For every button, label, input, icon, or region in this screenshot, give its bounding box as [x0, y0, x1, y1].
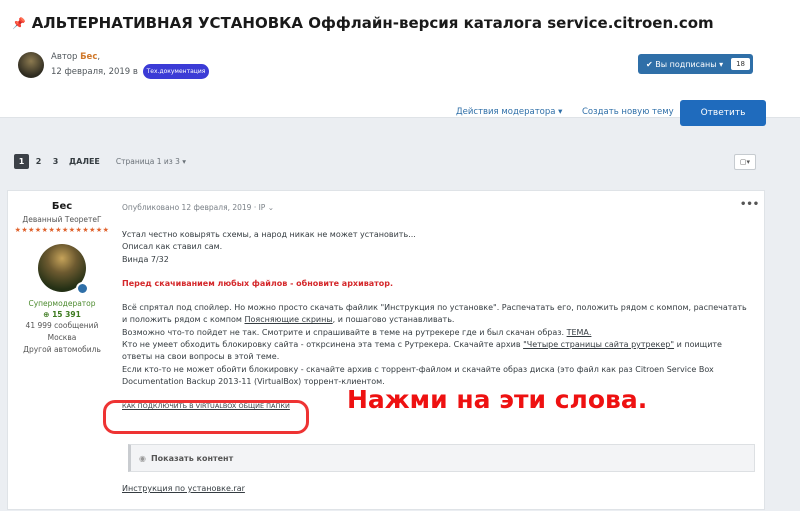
post-line: Описал как ставил сам. [122, 242, 223, 252]
screenshots-link[interactable]: Поясняющие скрины [245, 315, 333, 324]
author-link[interactable]: Бес [80, 52, 97, 62]
annotation-text: Нажми на эти слова. [347, 385, 648, 414]
chevron-down-icon: ▾ [746, 158, 751, 166]
topic-title: АЛЬТЕРНАТИВНАЯ УСТАНОВКА Оффлайн-версия … [31, 14, 714, 32]
post: Бес Деванный ТеоретеГ ★★★★★★★★★★★★★★ Суп… [7, 190, 765, 510]
pagination: 1 2 3 ДАЛЕЕ Страница 1 из 3 ▾ [14, 154, 186, 169]
plus-icon: ⊕ [43, 310, 50, 319]
attachment-link[interactable]: Инструкция по установке.rar [122, 484, 245, 493]
page-3[interactable]: 3 [48, 154, 63, 169]
post-line: Винда 7/32 [122, 254, 169, 264]
square-icon: ▢ [739, 158, 747, 166]
post-meta: Опубликовано 12 февраля, 2019 · IP ⌄ [122, 203, 274, 212]
post-paragraph: Всё спрятал под спойлер. Но можно просто… [122, 302, 754, 327]
reputation: ⊕ 15 391 [8, 310, 116, 319]
post-text: Кто не умеет обходить блокировку сайта -… [122, 340, 524, 350]
post-paragraph: Возможно что-то пойдет не так. Смотрите … [122, 327, 754, 339]
chevron-down-icon: ▾ [558, 107, 563, 117]
post-meta-label: Опубликовано 12 февраля, 2019 · IP [122, 203, 266, 212]
eye-icon: ◉ [139, 453, 146, 463]
highlight-oval [103, 400, 309, 434]
topic-date: 12 февраля, 2019 в [51, 67, 138, 77]
archiver-warning: Перед скачиванием любых файлов - обновит… [122, 278, 394, 288]
topic-tag[interactable]: Тех.документация [142, 64, 210, 79]
page-2[interactable]: 2 [31, 154, 46, 169]
reply-button[interactable]: Ответить [680, 100, 766, 126]
post-text: , и пошагово устанавливать. [332, 315, 455, 325]
author-prefix: Автор [51, 52, 78, 62]
post-paragraph: Кто не умеет обходить блокировку сайта -… [122, 339, 754, 364]
page-info-label: Страница 1 из 3 [115, 157, 180, 166]
reputation-value: 15 391 [52, 310, 81, 319]
moderator-badge-icon [76, 282, 89, 295]
post-body: Устал честно ковырять схемы, а народ ник… [122, 229, 754, 388]
post-count: 41 999 сообщений [25, 321, 99, 330]
post-author-avatar[interactable] [38, 244, 89, 295]
spoiler-label: Показать контент [150, 453, 234, 463]
post-author-panel: Бес Деванный ТеоретеГ ★★★★★★★★★★★★★★ Суп… [8, 191, 116, 511]
post-author-name[interactable]: Бес [8, 201, 116, 212]
pin-icon: 📌 [12, 16, 26, 30]
rank-stars-icon: ★★★★★★★★★★★★★★ [14, 226, 110, 234]
author-info: Автор Бес, 12 февраля, 2019 в Тех.докуме… [51, 51, 210, 79]
check-icon: ✔ [646, 59, 653, 69]
author-role: Супермодератор [28, 299, 96, 308]
new-topic-link[interactable]: Создать новую тему [582, 100, 674, 124]
chevron-down-icon: ▾ [719, 59, 724, 69]
page-info[interactable]: Страница 1 из 3 ▾ [116, 157, 186, 166]
author-city: Москва [47, 333, 77, 342]
author-avatar[interactable] [18, 52, 44, 78]
page-1[interactable]: 1 [14, 154, 29, 169]
topic-link[interactable]: ТЕМА. [567, 328, 592, 337]
view-options-button[interactable]: ▢ ▾ [734, 154, 756, 170]
spoiler-toggle[interactable]: ◉ Показать контент [128, 444, 755, 472]
subscriber-count: 18 [731, 58, 750, 70]
chevron-down-icon: ▾ [182, 157, 187, 166]
new-topic-label: Создать новую тему [582, 107, 674, 117]
moderator-actions-label: Действия модератора [456, 107, 556, 117]
subscribe-label: Вы подписаны [655, 59, 717, 69]
next-page-link[interactable]: ДАЛЕЕ [69, 157, 100, 166]
page-title: 📌 АЛЬТЕРНАТИВНАЯ УСТАНОВКА Оффлайн-верси… [12, 14, 714, 32]
more-options-icon[interactable]: ••• [740, 199, 759, 210]
chevron-down-icon: ⌄ [267, 203, 275, 212]
subscribe-button[interactable]: ✔ Вы подписаны ▾ 18 [638, 54, 753, 74]
post-text: Возможно что-то пойдет не так. Смотрите … [122, 327, 567, 337]
post-line: Устал честно ковырять схемы, а народ ник… [122, 230, 416, 239]
author-car: Другой автомобиль [23, 345, 101, 354]
author-rank: Деванный ТеоретеГ [22, 215, 102, 224]
rutracker-archive-link[interactable]: "Четыре страницы сайта рутрекер" [523, 340, 674, 349]
author-row: Автор Бес, 12 февраля, 2019 в Тех.докуме… [18, 51, 210, 79]
moderator-actions[interactable]: Действия модератора ▾ [456, 100, 562, 124]
